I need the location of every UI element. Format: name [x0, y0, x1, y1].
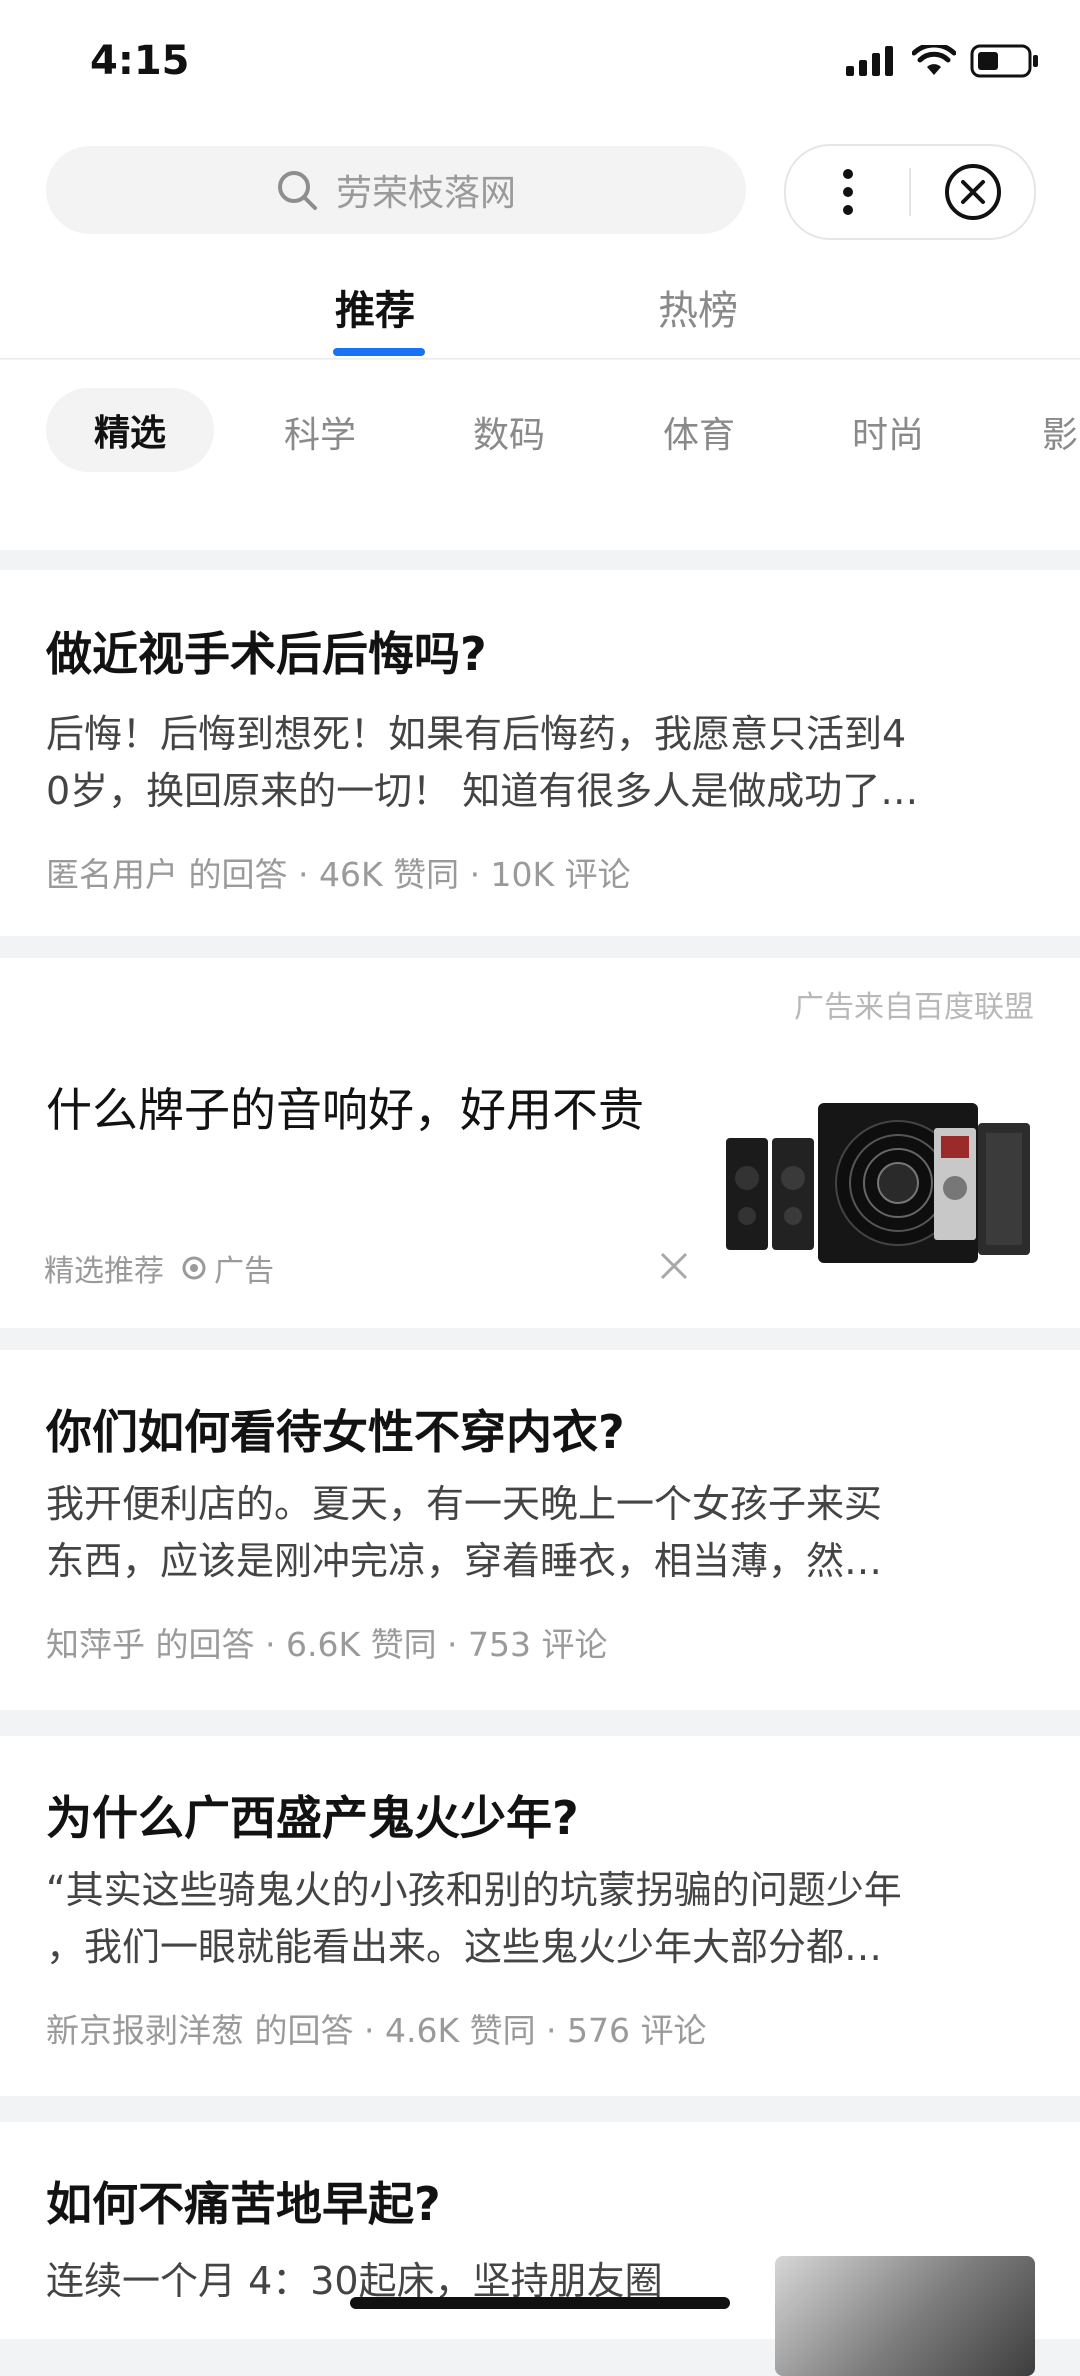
category-bar: 精选 科学 数码 体育 时尚 影	[0, 360, 1080, 492]
main-tabs: 推荐 热榜	[0, 270, 1080, 360]
answer-meta: 知萍乎 的回答 · 6.6K 赞同 · 753 评论	[46, 1625, 608, 1664]
top-area: 4:15 劳荣枝落网 推荐 热榜	[0, 0, 1080, 360]
category-science[interactable]: 科学	[284, 406, 356, 458]
ad-title[interactable]: 什么牌子的音响好，好用不贵	[46, 1074, 644, 1140]
wifi-icon	[912, 45, 956, 75]
search-placeholder: 劳荣枝落网	[335, 173, 516, 214]
category-featured[interactable]: 精选	[46, 388, 214, 472]
question-title[interactable]: 如何不痛苦地早起?	[46, 2168, 441, 2234]
more-button[interactable]	[786, 146, 909, 238]
category-sports[interactable]: 体育	[663, 406, 735, 458]
search-icon	[277, 171, 317, 210]
cellular-signal-icon	[846, 46, 893, 76]
tabs-divider	[0, 358, 1080, 359]
ad-dismiss-icon[interactable]	[658, 1250, 690, 1282]
question-title[interactable]: 你们如何看待女性不穿内衣?	[46, 1396, 625, 1462]
answer-excerpt-line: 东西，应该是刚冲完凉，穿着睡衣，相当薄，然…	[46, 1539, 883, 1583]
speaker-product-image[interactable]	[726, 1098, 1038, 1268]
answer-excerpt-line: 0岁，换回原来的一切！ 知道有很多人是做成功了…	[46, 769, 919, 813]
close-circle-icon	[944, 164, 1001, 220]
ad-source: 广告来自百度联盟	[794, 990, 1034, 1025]
answer-excerpt-line: ，我们一眼就能看出来。这些鬼火少年大部分都…	[46, 1925, 883, 1969]
category-fashion[interactable]: 时尚	[852, 406, 924, 458]
ad-meta: 精选推荐 广告	[44, 1246, 274, 1290]
search-bar[interactable]: 劳荣枝落网	[46, 146, 746, 234]
tab-hot-list[interactable]: 热榜	[658, 278, 738, 336]
close-button[interactable]	[911, 146, 1034, 238]
feed-card[interactable]: 做近视手术后后悔吗? 后悔！后悔到想死！如果有后悔药，我愿意只活到4 0岁，换回…	[0, 570, 1080, 936]
ad-mark-icon	[182, 1256, 206, 1280]
more-dots-icon	[842, 169, 853, 215]
answer-meta: 新京报剥洋葱 的回答 · 4.6K 赞同 · 576 评论	[46, 2011, 707, 2050]
ad-label: 广告	[214, 1254, 274, 1289]
answer-excerpt-line: 后悔！后悔到想死！如果有后悔药，我愿意只活到4	[46, 712, 907, 756]
previous-card-remnant	[0, 492, 1080, 550]
ad-card[interactable]: 广告来自百度联盟 什么牌子的音响好，好用不贵 精选推荐 广告	[0, 958, 1080, 1328]
answer-excerpt-line: 我开便利店的。夏天，有一天晚上一个女孩子来买	[46, 1482, 883, 1526]
status-time: 4:15	[90, 38, 190, 84]
home-indicator[interactable]	[350, 2297, 730, 2309]
answer-meta: 匿名用户 的回答 · 46K 赞同 · 10K 评论	[46, 855, 631, 894]
feed-card[interactable]: 为什么广西盛产鬼火少年? “其实这些骑鬼火的小孩和别的坑蒙拐骗的问题少年 ，我们…	[0, 1736, 1080, 2096]
answer-thumbnail[interactable]	[775, 2256, 1035, 2376]
category-film[interactable]: 影	[1042, 406, 1078, 458]
feed-card[interactable]: 你们如何看待女性不穿内衣? 我开便利店的。夏天，有一天晚上一个女孩子来买 东西，…	[0, 1350, 1080, 1710]
ad-tag: 精选推荐	[44, 1254, 164, 1289]
active-tab-indicator	[333, 348, 425, 356]
question-title[interactable]: 做近视手术后后悔吗?	[46, 618, 487, 684]
status-icons	[846, 44, 1040, 78]
category-digital[interactable]: 数码	[473, 406, 545, 458]
answer-excerpt-line: “其实这些骑鬼火的小孩和别的坑蒙拐骗的问题少年	[46, 1868, 902, 1912]
battery-icon	[970, 44, 1038, 78]
mini-program-capsule	[784, 144, 1036, 240]
tab-recommend[interactable]: 推荐	[335, 278, 415, 336]
question-title[interactable]: 为什么广西盛产鬼火少年?	[46, 1782, 579, 1848]
